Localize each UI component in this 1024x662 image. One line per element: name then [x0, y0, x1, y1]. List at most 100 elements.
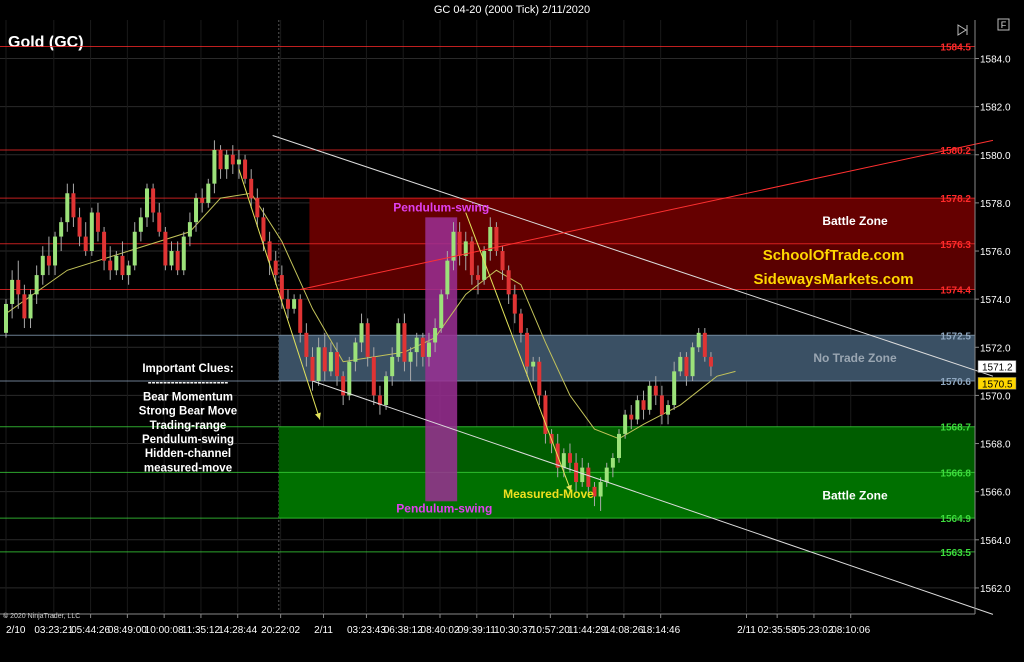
candle-body: [371, 356, 376, 396]
candle-body: [617, 433, 621, 458]
candle-body: [322, 347, 327, 372]
candle-body: [261, 217, 266, 242]
candle-body: [46, 255, 51, 266]
y-tick-label: 1572.0: [980, 343, 1011, 354]
candle-body: [408, 352, 413, 362]
candle: [384, 371, 389, 410]
candle-body: [298, 299, 303, 333]
clue-line: Strong Bear Move: [139, 406, 237, 418]
y-tick-label: 1570.0: [980, 391, 1011, 402]
y-tick-label: 1574.0: [980, 295, 1011, 306]
candle-body: [586, 467, 591, 487]
y-tick-label: 1580.0: [980, 151, 1011, 162]
candle-body: [518, 313, 523, 333]
candle-body: [702, 332, 707, 357]
candle-body: [396, 323, 401, 357]
clue-line: Important Clues:: [142, 363, 233, 375]
price-marker: 1571.2: [977, 360, 1017, 374]
candle-body: [102, 231, 107, 261]
candle-body: [224, 154, 229, 170]
y-tick-label: 1564.0: [980, 536, 1011, 547]
candle-body: [4, 303, 8, 333]
candle-body: [353, 342, 358, 362]
x-tick-label: 10:00:08: [145, 625, 184, 636]
clue-line: measured-move: [144, 462, 232, 474]
level-label: 1574.4: [940, 286, 971, 297]
candle-body: [65, 193, 70, 223]
chart-background: [0, 0, 1024, 662]
candle-body: [678, 356, 683, 372]
candle-body: [230, 154, 235, 165]
candle-body: [469, 241, 474, 276]
x-tick-label: 2/11: [314, 625, 333, 636]
level-label: 1578.2: [940, 194, 971, 205]
candle-body: [647, 385, 652, 410]
candle-body: [10, 279, 15, 304]
candle-body: [59, 222, 64, 237]
candle-body: [635, 400, 640, 420]
x-tick-label: 05:23:02: [794, 625, 833, 636]
clue-line: ---------------------: [148, 377, 229, 389]
f-button-label: F: [1001, 20, 1007, 30]
window-title: GC 04-20 (2000 Tick) 2/11/2020: [434, 4, 590, 16]
candle-body: [304, 332, 309, 357]
candle-body: [641, 400, 646, 410]
candle-body: [28, 294, 33, 319]
annotation-text: SchoolOfTrade.com: [763, 247, 905, 264]
candle-body: [653, 385, 658, 396]
candle-body: [696, 332, 701, 348]
candle-body: [175, 251, 180, 271]
candle-body: [310, 356, 315, 381]
candle-body: [659, 395, 664, 415]
candle-body: [206, 183, 211, 203]
x-tick-label: 05:44:26: [71, 625, 110, 636]
level-label: 1566.8: [940, 468, 971, 479]
annotation-text: Pendulum-swing: [396, 502, 492, 516]
candle-body: [267, 241, 272, 261]
candle-body: [604, 467, 609, 483]
candle: [702, 328, 707, 362]
zone-label: Battle Zone: [822, 488, 888, 502]
candle-body: [236, 159, 241, 165]
y-tick-label: 1562.0: [980, 584, 1011, 595]
candle-body: [132, 231, 137, 266]
candle-body: [488, 226, 493, 252]
annotation-text: Pendulum-swing: [393, 201, 489, 215]
clue-line: Trading-range: [150, 420, 227, 432]
x-tick-label: 08:40:02: [421, 625, 460, 636]
f-button[interactable]: F: [997, 18, 1010, 31]
candle-body: [359, 323, 364, 343]
candle-body: [414, 337, 419, 353]
x-tick-label: 03:23:43: [347, 625, 386, 636]
candle-body: [365, 323, 370, 357]
candle-body: [445, 260, 450, 295]
candle-body: [144, 188, 149, 218]
candle-body: [684, 356, 689, 377]
annotation-text: Measured-Move: [503, 487, 594, 501]
candle-body: [666, 405, 671, 415]
clue-line: Pendulum-swing: [142, 434, 234, 446]
candle-body: [457, 231, 462, 256]
clue-line: Bear Momentum: [143, 391, 233, 403]
candle-body: [433, 328, 438, 343]
candle-body: [500, 251, 505, 271]
candle-body: [561, 453, 566, 468]
candle-body: [77, 217, 82, 237]
x-tick-label: 09:39:11: [458, 625, 497, 636]
candle-body: [384, 376, 389, 406]
price-chart[interactable]: GC 04-20 (2000 Tick) 2/11/2020 Gold (GC)…: [0, 0, 1024, 662]
y-tick-label: 1568.0: [980, 440, 1011, 451]
candle-body: [672, 371, 677, 406]
candle-body: [95, 212, 100, 232]
level-label: 1580.2: [940, 146, 971, 157]
candle-body: [610, 457, 615, 468]
candle-body: [114, 255, 119, 271]
candle-body: [690, 347, 695, 377]
x-tick-label: 20:22:02: [261, 625, 300, 636]
zone-label: Battle Zone: [822, 214, 888, 228]
candle-body: [402, 323, 407, 362]
candle-body: [347, 361, 352, 396]
candle: [647, 380, 652, 415]
candle: [181, 231, 186, 276]
candle-body: [629, 414, 634, 420]
